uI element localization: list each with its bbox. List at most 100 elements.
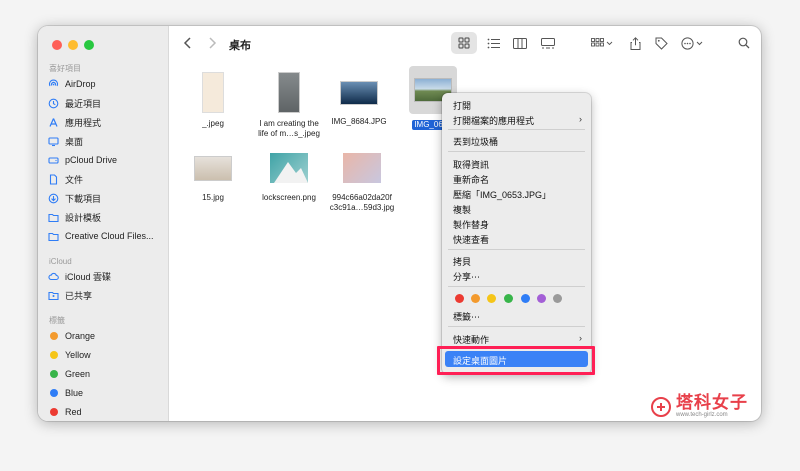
tag-red-dot[interactable] — [455, 294, 464, 303]
sidebar-item-tag-blue[interactable]: Blue — [48, 385, 83, 401]
tag-green-dot[interactable] — [504, 294, 513, 303]
more-actions-button[interactable] — [679, 32, 707, 54]
file-item[interactable]: IMG_8684.JPG — [324, 70, 394, 127]
chevron-right-icon: › — [579, 333, 582, 343]
sidebar-item-label: AirDrop — [65, 79, 96, 89]
sidebar-item-tag-yellow[interactable]: Yellow — [48, 347, 91, 363]
file-item[interactable]: lockscreen.png — [252, 150, 326, 203]
file-name-line2: life of m…s_.jpeg — [258, 129, 320, 138]
file-name: IMG_8684.JPG — [331, 117, 387, 126]
share-button[interactable] — [625, 32, 645, 54]
sidebar-item-label: 設計模板 — [65, 212, 102, 223]
file-thumbnail — [343, 153, 381, 183]
file-thumbnail — [340, 81, 378, 105]
icon-view-button[interactable] — [451, 32, 477, 54]
sidebar-item-label: 最近項目 — [65, 98, 102, 109]
watermark-text: 塔科女子 — [676, 393, 748, 412]
sidebar-item-pcloud-drive[interactable]: pCloud Drive — [48, 152, 117, 168]
sidebar-item-label: 已共享 — [65, 290, 93, 301]
tag-color-dot-icon — [48, 331, 59, 342]
ellipsis-circle-icon — [681, 36, 703, 50]
file-name: I am creating the — [259, 119, 319, 128]
menu-item-compress[interactable]: 壓縮「IMG_0653.JPG」 — [453, 188, 551, 201]
menu-item-open-with[interactable]: 打開檔案的應用程式 — [453, 114, 534, 127]
menu-item-tags[interactable]: 標籤⋯ — [453, 310, 480, 323]
tag-color-dot-icon — [48, 388, 59, 399]
sidebar-item-shared[interactable]: 已共享 — [48, 287, 92, 303]
sidebar-item-tag-red[interactable]: Red — [48, 404, 82, 420]
window-controls — [52, 40, 94, 50]
sidebar-item-desktop[interactable]: 桌面 — [48, 133, 83, 149]
sidebar-item-label: Red — [65, 407, 82, 417]
watermark: 塔科女子 www.tech-girlz.com — [650, 394, 748, 419]
menu-item-share[interactable]: 分享⋯ — [453, 270, 480, 283]
tag-blue-dot[interactable] — [521, 294, 530, 303]
sidebar-item-label: iCloud 雲碟 — [65, 271, 112, 282]
file-item[interactable]: 15.jpg — [178, 150, 248, 203]
sidebar-item-design-templates[interactable]: 設計模板 — [48, 209, 101, 225]
menu-item-rename[interactable]: 重新命名 — [453, 173, 489, 186]
tag-yellow-dot[interactable] — [487, 294, 496, 303]
download-icon — [48, 193, 59, 204]
finder-window: 喜好項目 AirDrop 最近項目 應用程式 桌面 pCloud Drive 文… — [38, 26, 761, 421]
sidebar-item-tag-orange[interactable]: Orange — [48, 328, 95, 344]
menu-item-get-info[interactable]: 取得資訊 — [453, 158, 489, 171]
sidebar-item-applications[interactable]: 應用程式 — [48, 114, 101, 130]
minimize-button[interactable] — [68, 40, 78, 50]
search-button[interactable] — [734, 32, 754, 54]
menu-item-make-alias[interactable]: 製作替身 — [453, 218, 489, 231]
menu-item-quick-look[interactable]: 快速查看 — [453, 233, 489, 246]
close-button[interactable] — [52, 40, 62, 50]
sidebar-item-label: 下載項目 — [65, 193, 102, 204]
sidebar-item-creative-cloud[interactable]: Creative Cloud Files... — [48, 228, 154, 244]
tag-orange-dot[interactable] — [471, 294, 480, 303]
file-item[interactable]: 994c66a02da20f c3c91a…59d3.jpg — [324, 150, 400, 213]
menu-item-copy[interactable]: 拷貝 — [453, 255, 471, 268]
tag-gray-dot[interactable] — [553, 294, 562, 303]
sidebar-item-recents[interactable]: 最近項目 — [48, 95, 101, 111]
forward-button[interactable] — [204, 35, 220, 51]
menu-item-move-to-trash[interactable]: 丟到垃圾桶 — [453, 135, 498, 148]
list-icon — [487, 38, 500, 48]
watermark-url: www.tech-girlz.com — [676, 412, 728, 418]
group-by-button[interactable] — [588, 32, 616, 54]
sidebar-item-label: Creative Cloud Files... — [65, 231, 154, 241]
file-thumbnail — [270, 153, 308, 183]
icloud-section-title: iCloud — [49, 257, 72, 266]
zoom-button[interactable] — [84, 40, 94, 50]
sidebar-item-label: Orange — [65, 331, 96, 341]
menu-item-quick-actions[interactable]: 快速動作 — [453, 333, 489, 346]
folder-icon — [48, 212, 59, 223]
file-item[interactable]: _.jpeg — [178, 70, 248, 129]
shared-folder-icon — [48, 290, 59, 301]
gallery-view-button[interactable] — [537, 32, 559, 54]
file-thumbnail — [202, 72, 224, 113]
grid-icon — [458, 37, 470, 49]
file-name: 994c66a02da20f — [332, 193, 392, 202]
sidebar-item-label: Yellow — [65, 350, 91, 360]
column-view-button[interactable] — [509, 32, 531, 54]
window-title: 桌布 — [229, 40, 251, 52]
sidebar-item-airdrop[interactable]: AirDrop — [48, 76, 96, 92]
file-name-line2: c3c91a…59d3.jpg — [329, 203, 395, 212]
back-button[interactable] — [180, 35, 196, 51]
menu-item-duplicate[interactable]: 複製 — [453, 203, 471, 216]
list-view-button[interactable] — [482, 32, 504, 54]
cloud-icon — [48, 271, 59, 282]
airdrop-icon — [48, 79, 59, 90]
sidebar-item-icloud-drive[interactable]: iCloud 雲碟 — [48, 268, 111, 284]
tags-section-title: 標籤 — [49, 316, 65, 325]
sidebar-item-tag-green[interactable]: Green — [48, 366, 90, 382]
file-name: lockscreen.png — [262, 193, 316, 202]
tag-button[interactable] — [651, 32, 671, 54]
file-item[interactable]: I am creating the life of m…s_.jpeg — [252, 70, 326, 139]
sidebar-item-downloads[interactable]: 下載項目 — [48, 190, 101, 206]
tag-color-dot-icon — [48, 369, 59, 380]
folder-icon — [48, 231, 59, 242]
tag-color-dot-icon — [48, 350, 59, 361]
sidebar-item-documents[interactable]: 文件 — [48, 171, 83, 187]
tag-purple-dot[interactable] — [537, 294, 546, 303]
sidebar-item-label: pCloud Drive — [65, 155, 118, 165]
menu-item-open[interactable]: 打開 — [453, 99, 471, 112]
file-name: 15.jpg — [202, 193, 224, 202]
